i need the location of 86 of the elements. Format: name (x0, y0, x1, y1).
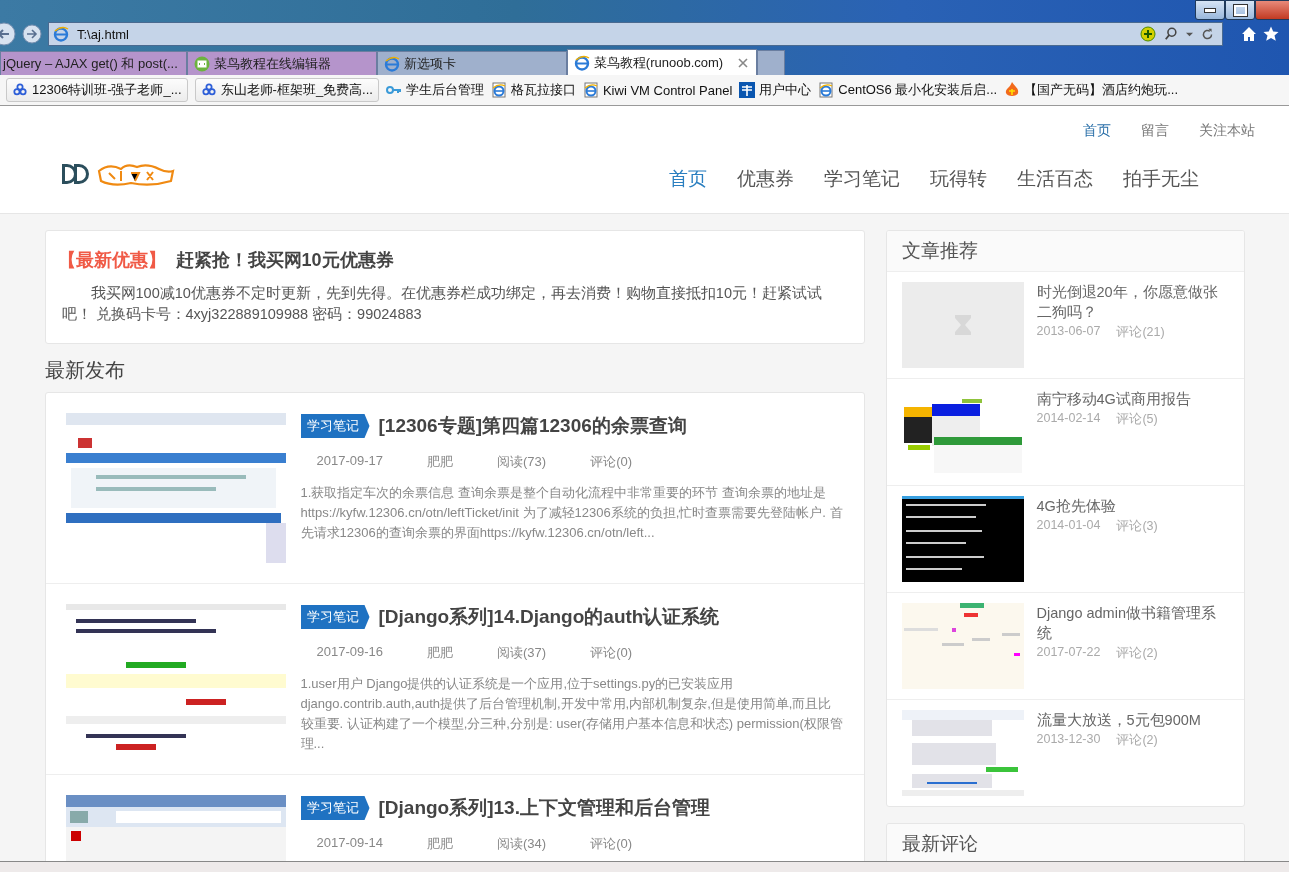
ie-icon (53, 26, 69, 42)
address-bar[interactable]: T:\aj.html (48, 22, 1223, 46)
search-icon[interactable] (1164, 27, 1178, 41)
comment-count: 评论(0) (590, 835, 632, 853)
page-icon (582, 82, 599, 98)
bookmark[interactable]: 【国产无码】酒店约炮玩... (1004, 79, 1179, 101)
promo-title[interactable]: 赶紧抢！我买网10元优惠券 (175, 249, 394, 271)
post-author: 肥肥 (427, 835, 453, 853)
post-date: 2017-09-14 (316, 835, 383, 852)
article-title[interactable]: 时光倒退20年，你愿意做张二狗吗？ (1036, 282, 1229, 322)
home-icon[interactable] (1241, 26, 1257, 42)
bookmark[interactable]: 用户中心 (739, 79, 812, 101)
article-title[interactable]: [Django系列]14.Django的auth认证系统 (378, 604, 720, 630)
forward-button[interactable] (22, 24, 42, 44)
browser-tab[interactable]: 菜鸟教程(runoob.com) (566, 49, 757, 75)
nav-link[interactable]: 玩得转 (929, 166, 987, 191)
article-title[interactable]: Django admin做书籍管理系统 (1036, 603, 1229, 643)
nav-link[interactable]: 优惠券 (736, 166, 794, 191)
article-excerpt: 1.user用户 Django提供的认证系统是一个应用,位于settings.py的已安装应用django.contrib.auth,auth提供了后台管理机制,开发中常用,内部机制复杂,但是使用简单,而且比较重要. 认证构建了一个模型,分三种,分别是: user(存储用户基本信息和状态) permission(权限管理... (300, 675, 844, 753)
article-title[interactable]: 4G抢先体验 (1036, 496, 1229, 516)
add-icon[interactable] (1140, 26, 1156, 42)
top-link[interactable]: 首页 (1082, 122, 1111, 140)
browser-tab[interactable]: jQuery – AJAX get() 和 post(... (0, 51, 187, 75)
close-tab-icon[interactable] (737, 57, 748, 68)
bookmark[interactable]: 12306特训班-强子老师_... (6, 78, 188, 102)
top-link[interactable]: 留言 (1140, 122, 1169, 140)
rings-icon (12, 83, 28, 97)
article-title[interactable]: 南宁移动4G试商用报告 (1036, 389, 1229, 409)
comment-count: 评论(2) (1116, 645, 1158, 662)
code-icon (193, 55, 210, 72)
rings-icon (200, 83, 217, 97)
nav-link[interactable]: 学习笔记 (823, 166, 900, 191)
article-excerpt: 1.获取指定车次的余票信息 查询余票是整个自动化流程中非常重要的环节 查询余票的地址是https://kyfw.12306.cn/otn/leftTicket/init 为了减轻12306系统的负担,忙时查票需要先登陆帐户. 首先请求12306的查询余票的界面https://kyfw.12306.cn/otn/left... (300, 484, 844, 542)
section-title: 最新发布 (44, 358, 126, 382)
page-icon (818, 82, 835, 98)
article-title[interactable]: [Django系列]13.上下文管理和后台管理 (378, 795, 710, 821)
browser-tab[interactable]: 新选项卡 (376, 51, 567, 75)
promo-tag: 【最新优惠】 (57, 249, 166, 271)
nav-link[interactable]: 拍手无尘 (1122, 166, 1199, 191)
post-date: 2014-02-14 (1036, 411, 1101, 427)
post-author: 肥肥 (427, 453, 453, 471)
article-title[interactable]: [12306专题]第四篇12306的余票查询 (378, 413, 687, 439)
category-tag[interactable]: 学习笔记 (300, 796, 370, 820)
read-count: 阅读(34) (497, 835, 547, 853)
browser-tab[interactable]: 菜鸟教程在线编辑器 (186, 51, 377, 75)
caret-icon[interactable] (1186, 30, 1193, 38)
refresh-icon[interactable] (1201, 27, 1214, 41)
ie-icon (573, 54, 590, 71)
logo-icon (739, 82, 756, 98)
post-date: 2013-06-07 (1036, 324, 1101, 340)
read-count: 阅读(37) (497, 644, 547, 662)
comment-count: 评论(3) (1116, 518, 1158, 535)
comment-count: 评论(2) (1116, 732, 1158, 749)
comment-count: 评论(5) (1116, 411, 1158, 428)
read-count: 阅读(73) (497, 453, 547, 471)
category-tag[interactable]: 学习笔记 (300, 605, 370, 629)
post-date: 2017-09-16 (316, 644, 383, 661)
bookmark[interactable]: 东山老师-框架班_免费高... (194, 78, 379, 102)
maximize-button[interactable] (1225, 0, 1255, 20)
post-date: 2013-12-30 (1036, 732, 1101, 748)
nav-link[interactable]: 首页 (668, 166, 707, 191)
article-title[interactable]: 流量大放送，5元包900M (1036, 710, 1229, 730)
close-button[interactable] (1255, 0, 1289, 20)
top-link[interactable]: 关注本站 (1198, 122, 1255, 140)
panel-title: 文章推荐 (886, 231, 1244, 272)
page-icon (490, 82, 507, 98)
bookmark[interactable]: CentOS6 最小化安装后启... (818, 79, 998, 101)
bookmark[interactable]: 格瓦拉接口 (490, 79, 576, 101)
post-date: 2017-07-22 (1036, 645, 1101, 661)
panel-title: 最新评论 (886, 824, 1244, 861)
nav-link[interactable]: 生活百态 (1016, 166, 1093, 191)
ie-icon (383, 55, 400, 72)
post-date: 2014-01-04 (1036, 518, 1101, 534)
post-date: 2017-09-17 (316, 453, 383, 470)
bookmark[interactable]: 学生后台管理 (385, 79, 484, 101)
comment-count: 评论(0) (590, 644, 632, 662)
comment-count: 评论(21) (1116, 324, 1165, 341)
bookmark[interactable]: Kiwi VM Control Panel (582, 79, 733, 101)
favorites-star-icon[interactable] (1263, 26, 1279, 42)
flame-icon (1004, 82, 1021, 98)
minimize-button[interactable] (1195, 0, 1225, 20)
post-author: 肥肥 (427, 644, 453, 662)
promo-text: 我买网100减10优惠券不定时更新，先到先得。在优惠券栏成功绑定，再去消费！购物直接抵扣10元！赶紧试试吧！ 兑换码卡号：4xyj322889109988 密码：99024883 (61, 284, 823, 324)
key-icon (385, 84, 402, 96)
comment-count: 评论(0) (590, 453, 632, 471)
category-tag[interactable]: 学习笔记 (300, 414, 370, 438)
